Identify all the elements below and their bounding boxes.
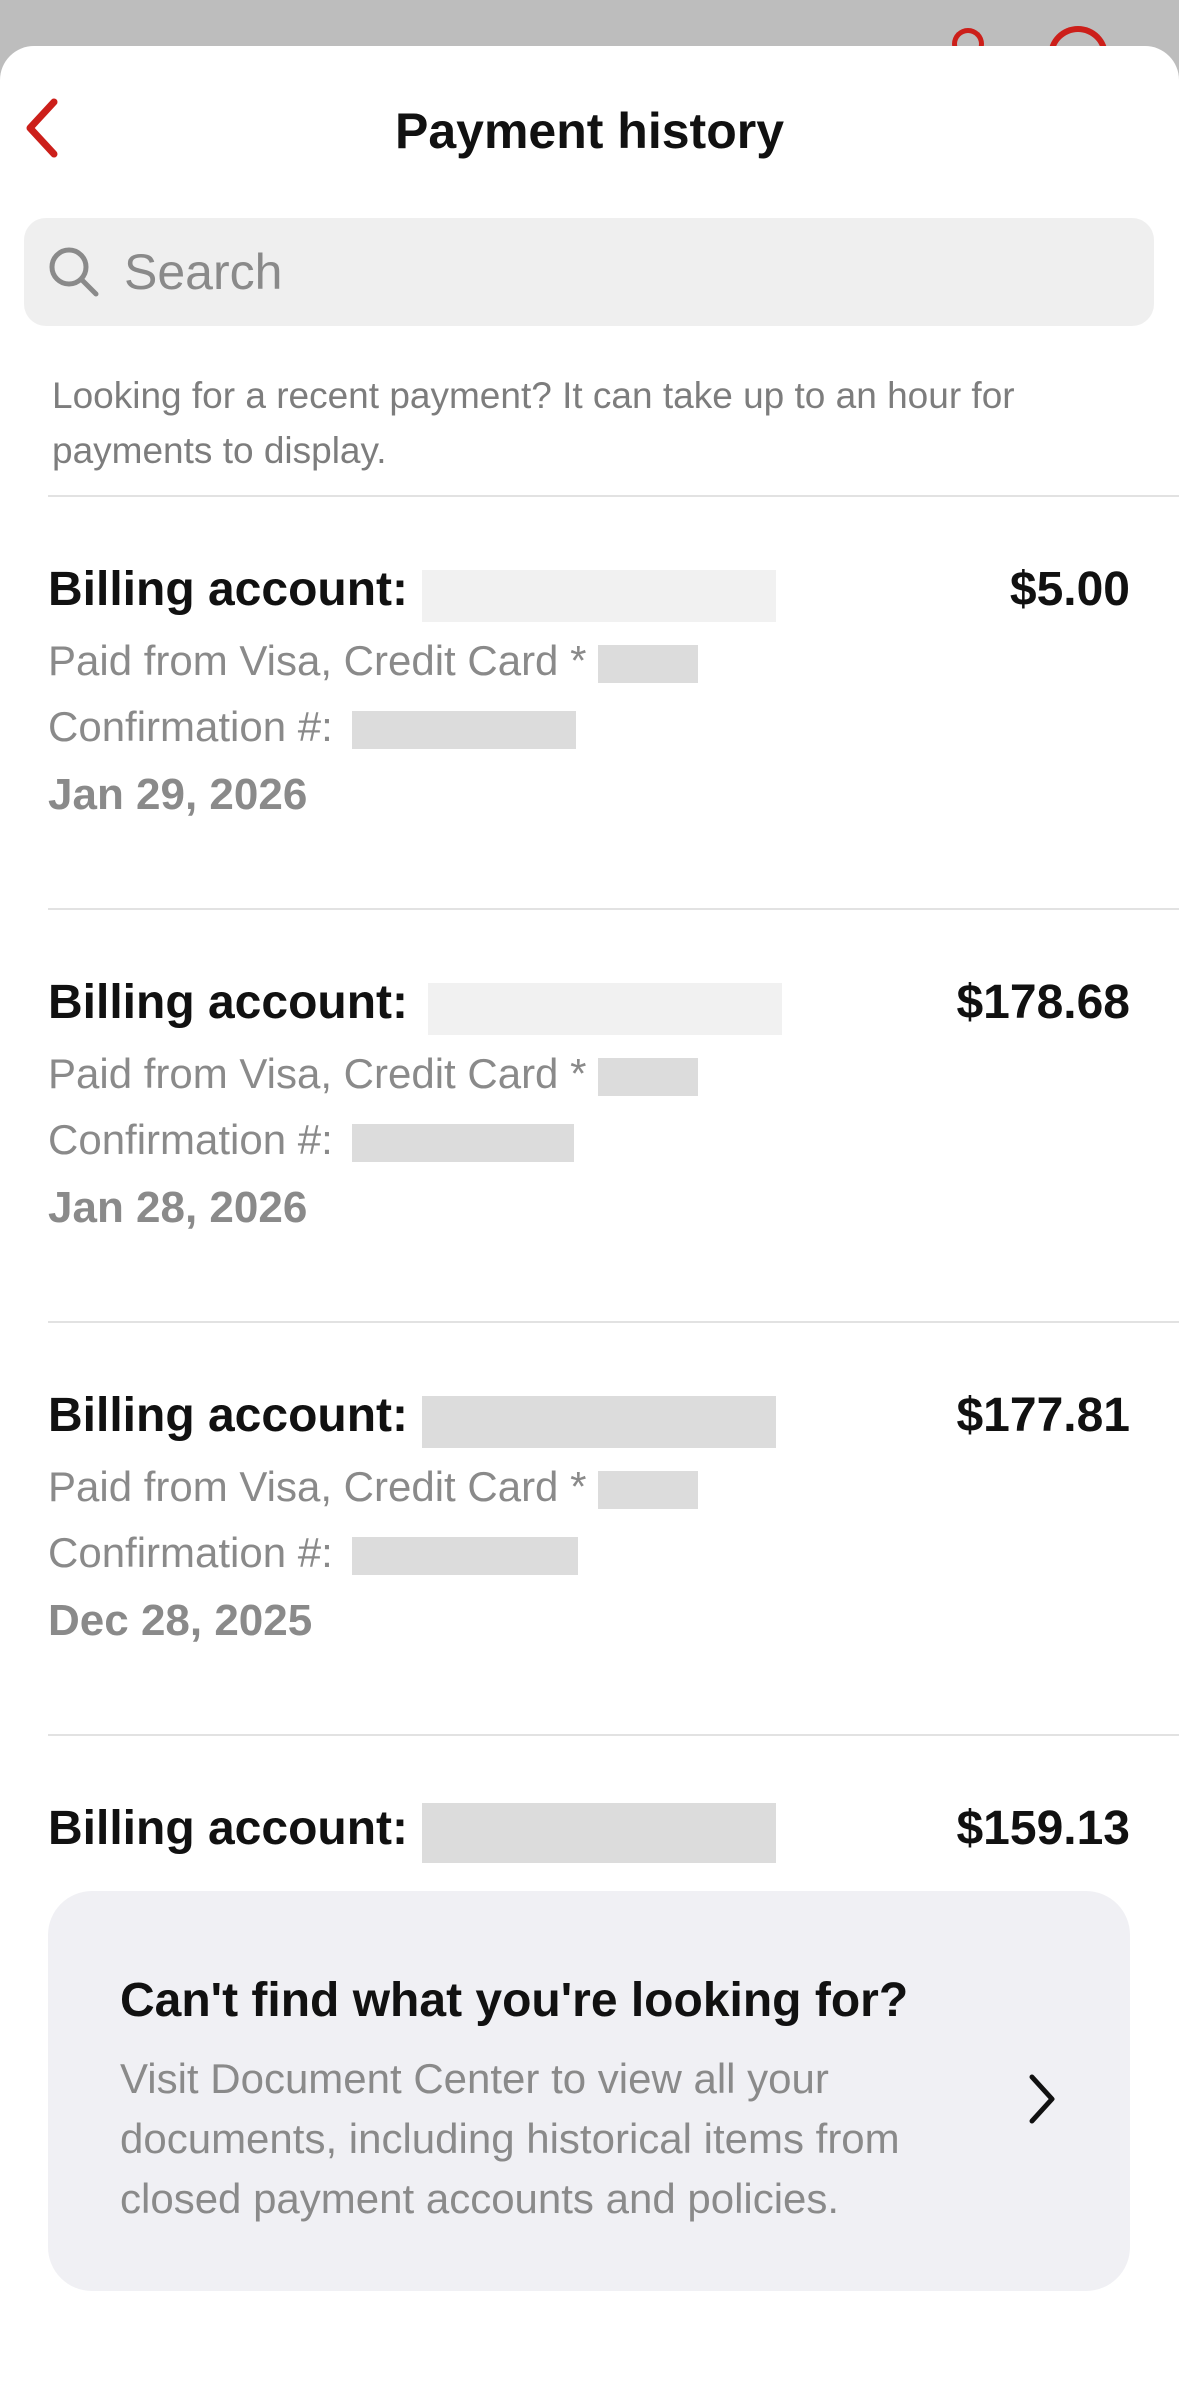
redacted-card-digits	[598, 644, 699, 683]
redacted-card-digits	[598, 1057, 699, 1096]
search-input[interactable]	[122, 242, 1026, 302]
header: Payment history	[0, 46, 1179, 216]
document-center-card[interactable]: Can't find what you're looking for? Visi…	[48, 1891, 1130, 2291]
redacted-card-digits	[598, 1470, 699, 1509]
document-center-description: Visit Document Center to view all your d…	[120, 2055, 900, 2222]
paid-from-line: Paid from Visa, Credit Card *	[48, 1454, 1130, 1520]
payment-item[interactable]: Billing account: $178.68 Paid from Visa,…	[48, 961, 1130, 1243]
redacted-confirmation-number	[352, 1536, 579, 1575]
chevron-right-icon	[1029, 2074, 1055, 2124]
document-center-title: Can't find what you're looking for?	[120, 1974, 909, 2027]
confirmation-line: Confirmation #:	[48, 694, 1130, 760]
divider	[48, 1734, 1179, 1736]
payment-date: Jan 29, 2026	[48, 770, 308, 819]
paid-from-text: Paid from Visa, Credit Card *	[48, 1050, 587, 1097]
redacted-confirmation-number	[352, 1123, 575, 1162]
redacted-confirmation-number	[352, 710, 577, 749]
payment-amount: $5.00	[1009, 563, 1130, 616]
redacted-account-number	[428, 983, 782, 1035]
billing-account-label: Billing account:	[48, 1802, 408, 1855]
confirmation-line: Confirmation #:	[48, 1520, 1130, 1586]
redacted-account-number	[422, 570, 776, 622]
paid-from-line: Paid from Visa, Credit Card *	[48, 628, 1130, 694]
payment-item[interactable]: Billing account: $177.81 Paid from Visa,…	[48, 1374, 1130, 1656]
confirmation-label: Confirmation #:	[48, 703, 333, 750]
billing-account-label: Billing account:	[48, 563, 408, 616]
divider	[48, 908, 1179, 910]
payment-amount: $178.68	[956, 976, 1130, 1029]
payment-date: Jan 28, 2026	[48, 1183, 308, 1232]
paid-from-line: Paid from Visa, Credit Card *	[48, 1041, 1130, 1107]
paid-from-text: Paid from Visa, Credit Card *	[48, 1463, 587, 1510]
payment-date: Dec 28, 2025	[48, 1596, 313, 1645]
search-bar[interactable]	[24, 218, 1154, 326]
payment-amount: $177.81	[956, 1389, 1130, 1442]
divider	[48, 1321, 1179, 1323]
confirmation-line: Confirmation #:	[48, 1107, 1130, 1173]
confirmation-label: Confirmation #:	[48, 1529, 333, 1576]
page-title: Payment history	[394, 103, 784, 159]
confirmation-label: Confirmation #:	[48, 1116, 333, 1163]
recent-payment-notice: Looking for a recent payment? It can tak…	[52, 375, 1015, 471]
redacted-account-number	[422, 1396, 776, 1448]
redacted-account-number	[422, 1803, 776, 1863]
billing-account-label: Billing account:	[48, 976, 408, 1029]
billing-account-label: Billing account:	[48, 1389, 408, 1442]
paid-from-text: Paid from Visa, Credit Card *	[48, 637, 587, 684]
divider	[48, 495, 1179, 497]
payment-item[interactable]: Billing account: $5.00 Paid from Visa, C…	[48, 548, 1130, 830]
payment-amount: $159.13	[956, 1802, 1130, 1855]
payment-item[interactable]: Billing account: $159.13	[48, 1787, 1130, 1867]
payment-history-sheet: Payment history Looking for a recent pay…	[0, 46, 1179, 2396]
search-icon	[49, 247, 99, 297]
